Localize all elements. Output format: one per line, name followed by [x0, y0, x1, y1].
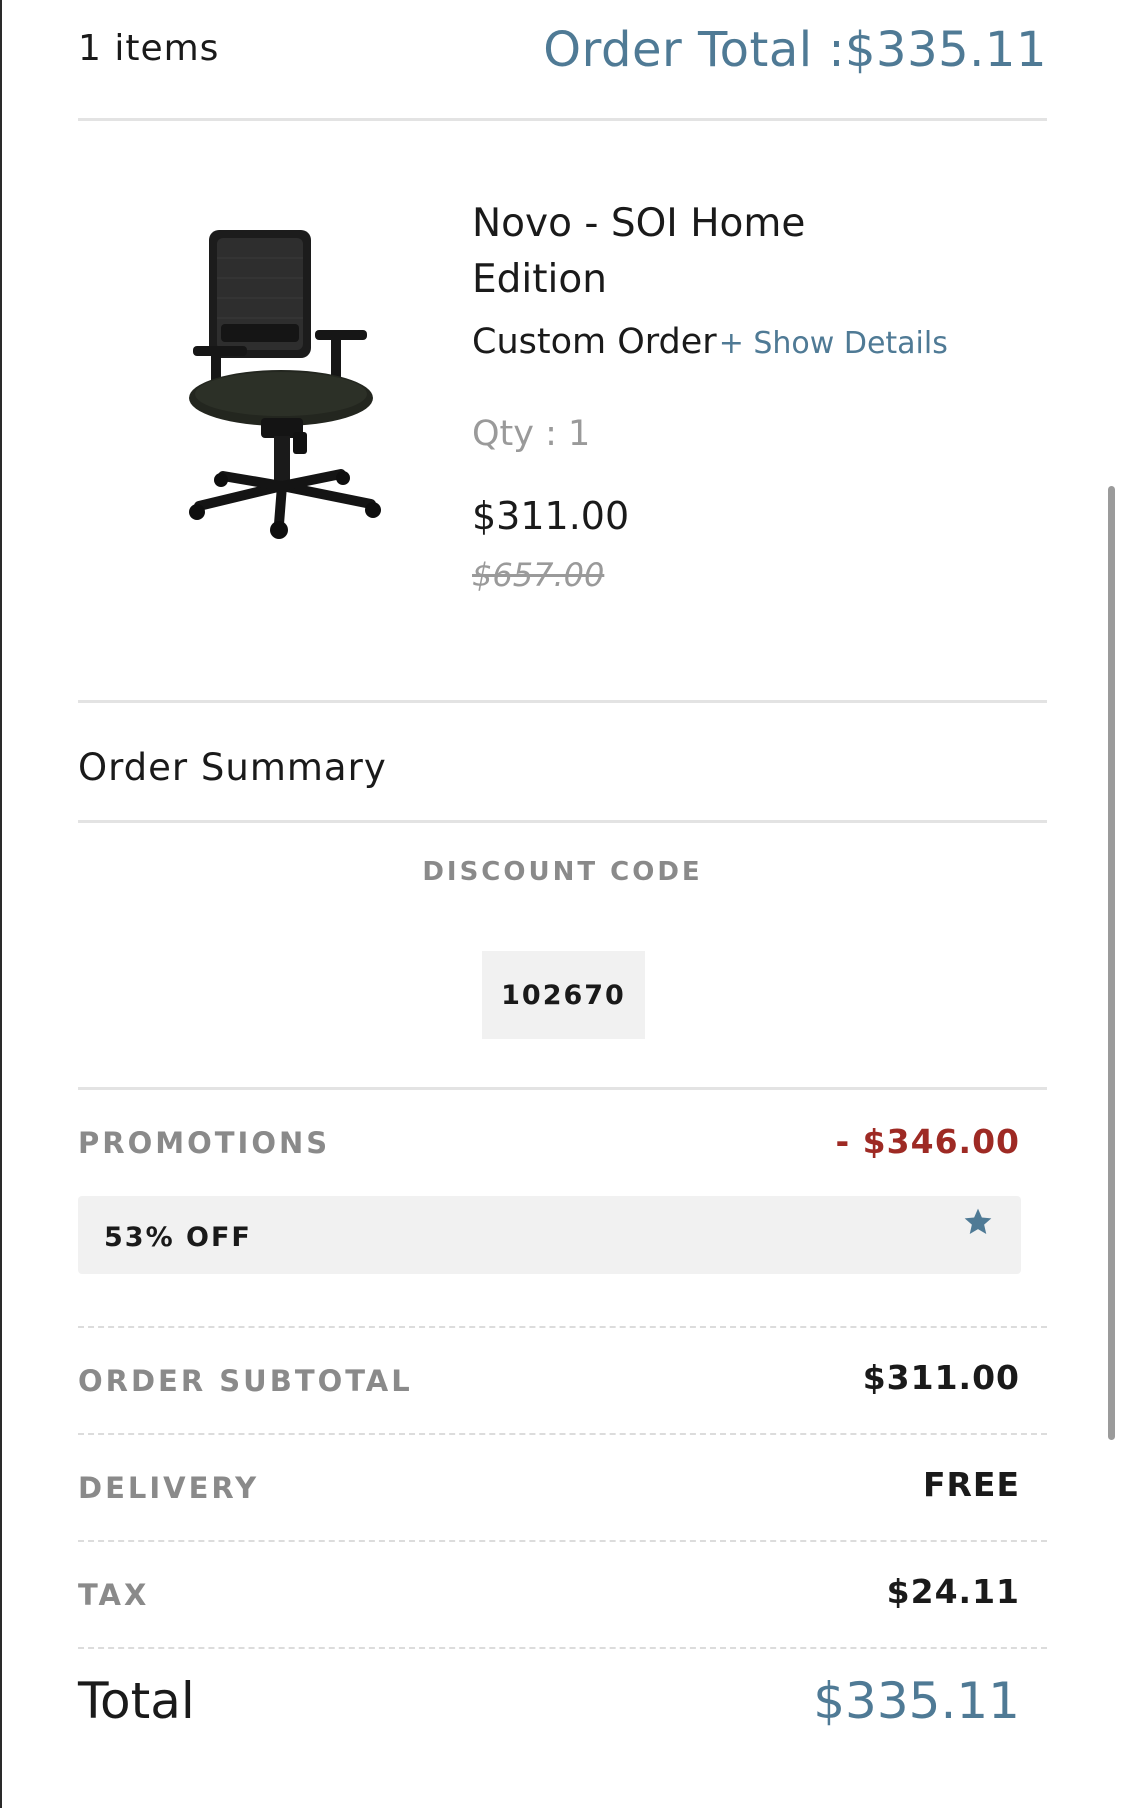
dashed-divider [78, 1540, 1047, 1542]
order-summary-title: Order Summary [78, 746, 387, 789]
order-subtotal-label: ORDER SUBTOTAL [78, 1364, 413, 1398]
promotions-label: PROMOTIONS [78, 1126, 331, 1160]
divider [78, 700, 1047, 703]
product-image-chair[interactable] [181, 218, 397, 548]
dashed-divider [78, 1647, 1047, 1649]
show-details-link[interactable]: + Show Details [719, 326, 948, 361]
custom-order-label: Custom Order [472, 322, 717, 362]
promotion-chip: 53% OFF [78, 1196, 1021, 1274]
window-edge [0, 0, 2, 1808]
cart-header: 1 items Order Total :$335.11 [78, 0, 1047, 121]
discount-code-chip[interactable]: 102670 [482, 951, 645, 1039]
order-total-label: Order Total : [543, 22, 845, 78]
divider [78, 820, 1047, 823]
product-price: $311.00 [472, 494, 630, 538]
divider [78, 1087, 1047, 1090]
product-qty: Qty : 1 [472, 414, 591, 454]
promotions-value: - $346.00 [835, 1122, 1020, 1161]
dashed-divider [78, 1433, 1047, 1435]
promotion-chip-label: 53% OFF [104, 1222, 252, 1253]
total-value: $335.11 [813, 1672, 1020, 1730]
items-count: 1 items [78, 28, 220, 69]
delivery-value: FREE [922, 1465, 1020, 1504]
order-total-value: $335.11 [845, 22, 1047, 78]
order-subtotal-value: $311.00 [862, 1358, 1020, 1397]
scrollbar[interactable] [1108, 486, 1115, 1440]
tax-label: TAX [78, 1578, 150, 1612]
product-subtitle: Custom Order+ Show Details [472, 322, 948, 362]
total-label: Total [78, 1672, 195, 1730]
order-total: Order Total :$335.11 [543, 22, 1047, 78]
discount-code-label: DISCOUNT CODE [422, 857, 703, 887]
star-icon [964, 1208, 992, 1234]
product-name[interactable]: Novo - SOI Home Edition [472, 196, 852, 308]
delivery-label: DELIVERY [78, 1471, 260, 1505]
tax-value: $24.11 [886, 1572, 1020, 1611]
dashed-divider [78, 1326, 1047, 1328]
product-original-price: $657.00 [472, 556, 605, 594]
